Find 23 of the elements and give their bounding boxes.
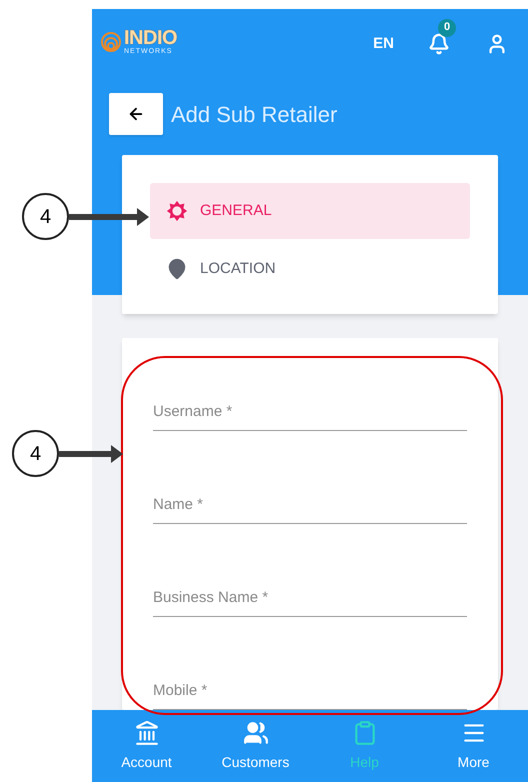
back-button[interactable] <box>109 93 163 136</box>
page-title: Add Sub Retailer <box>171 100 338 129</box>
bell-icon <box>428 32 450 55</box>
input-field[interactable]: Username * <box>153 392 467 431</box>
input-field[interactable]: Name * <box>153 485 467 524</box>
language-button[interactable]: EN <box>373 33 394 56</box>
input-field[interactable]: Business Name * <box>153 578 467 617</box>
nav-item[interactable]: More <box>419 710 528 782</box>
sun-icon <box>166 200 188 222</box>
nav-item[interactable]: Account <box>92 710 201 782</box>
arrow-icon <box>59 444 123 462</box>
nav-item[interactable]: Customers <box>201 710 310 782</box>
notifications-button[interactable] <box>428 32 450 55</box>
notification-count: 0 <box>438 18 456 37</box>
signal-icon <box>100 30 122 54</box>
bank-icon <box>134 720 160 746</box>
tab[interactable]: GENERAL <box>150 183 470 240</box>
logo-name: INDIO <box>124 28 178 48</box>
map-pin-icon <box>166 258 188 280</box>
arrow-icon <box>69 208 149 226</box>
tab[interactable]: LOCATION <box>150 241 470 298</box>
nav-item[interactable]: Help <box>310 710 419 782</box>
people-icon <box>242 720 268 746</box>
